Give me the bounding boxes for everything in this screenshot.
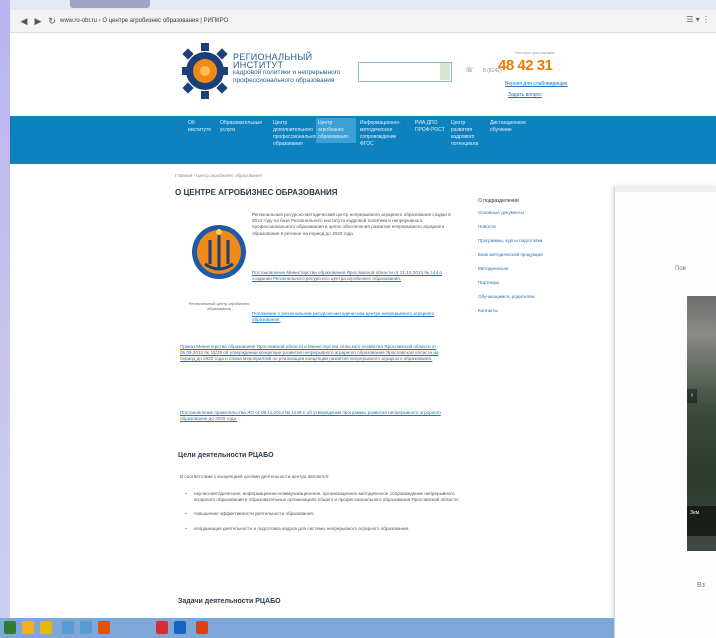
address-bar: ◀ ▶ ↻ www.ro-obr.ru › О центре агробизне… — [10, 10, 716, 33]
nav-item-about[interactable]: Об институте — [188, 120, 214, 134]
intro-paragraph: Региональный ресурсно-методический центр… — [252, 212, 451, 236]
institute-title-line: кадровой политики и непрерывного — [233, 69, 341, 76]
institute-title-line: профессионального образования — [233, 77, 335, 84]
phone-number: 48 42 31 — [498, 57, 553, 74]
files-icon[interactable] — [80, 621, 92, 634]
nav-item-agro[interactable]: Центр агробизнес образования — [316, 118, 356, 143]
sidebar-item[interactable]: Методическая — [478, 266, 548, 272]
page-title: О ЦЕНТРЕ АГРОБИЗНЕС ОБРАЗОВАНИЯ — [175, 188, 338, 197]
list-item: повышение эффективности деятельности обр… — [185, 511, 465, 517]
yandex-icon[interactable] — [156, 621, 168, 634]
search-button[interactable] — [440, 63, 450, 80]
document-link-3[interactable]: Приказ Министерства образования Ярославс… — [180, 344, 452, 363]
list-item: научно-методическое, информационно-комму… — [185, 491, 465, 503]
ask-question-link[interactable]: Задать вопрос — [508, 92, 542, 98]
sidebar-item[interactable]: Новости — [478, 224, 548, 230]
reload-icon[interactable]: ↻ — [46, 15, 58, 27]
overlapping-window[interactable]: Пов ‹ Зем Вз — [614, 186, 716, 638]
main-nav: Об институте Образовательные услуги Цент… — [10, 116, 716, 164]
goals-intro: В соответствии с концепцией целями деяте… — [180, 474, 330, 479]
sidebar-item[interactable]: Основные документы — [478, 210, 548, 216]
browser-icon[interactable] — [98, 621, 110, 634]
media-icon[interactable] — [62, 621, 74, 634]
institute-title: РЕГИОНАЛЬНЫЙ ИНСТИТУТ кадровой политики … — [233, 53, 353, 85]
back-icon[interactable]: ◀ — [18, 15, 30, 27]
institute-logo-icon[interactable] — [182, 40, 228, 102]
photo-caption: Зем — [687, 506, 716, 536]
browser-menu-icon[interactable]: ☰ ▾ ⋮ — [686, 15, 710, 24]
overlay-label: Пов — [675, 266, 686, 272]
document-link-4[interactable]: Постановление правительства ЯО от 06.11.… — [180, 410, 452, 422]
tasks-heading: Задачи деятельности РЦАБО — [178, 598, 281, 605]
nav-item-services[interactable]: Образовательные услуги — [220, 120, 270, 134]
breadcrumb[interactable]: Главная › Центр агробизнес образования — [175, 173, 262, 178]
goals-heading: Цели деятельности РЦАБО — [178, 452, 274, 459]
search-input[interactable] — [358, 62, 452, 82]
agro-center-emblem-icon — [192, 225, 246, 279]
nav-item-fgos[interactable]: Информационно-методическое сопровождение… — [360, 120, 410, 148]
sidebar-item[interactable]: Программы, курсы подготовки — [478, 238, 548, 244]
forward-icon[interactable]: ▶ — [32, 15, 44, 27]
word-icon[interactable] — [174, 621, 186, 634]
accessibility-link[interactable]: Версия для слабовидящих — [505, 81, 568, 87]
phone-caption: телефон для справок — [515, 50, 555, 55]
sidebar-item[interactable]: Партнеры — [478, 280, 548, 286]
nav-item-dpo[interactable]: Центр дополнительного профессионального … — [273, 120, 320, 148]
nav-item-distance[interactable]: Дистанционное обучение — [490, 120, 536, 134]
url-field[interactable]: www.ro-obr.ru › О центре агробизнес обра… — [60, 14, 228, 28]
nav-item-ria[interactable]: РИА ДПО ПРОФ-РОСТ — [415, 120, 447, 134]
folder-icon[interactable] — [40, 621, 52, 634]
section-sidebar: О подразделении Основные документы Новос… — [478, 198, 548, 322]
sidebar-item[interactable]: Банк методической продукции — [478, 252, 548, 258]
sidebar-item[interactable]: Обучающимся, родителям — [478, 294, 548, 300]
institute-title-line: РЕГИОНАЛЬНЫЙ ИНСТИТУТ — [233, 52, 313, 70]
explorer-icon[interactable] — [22, 621, 34, 634]
taskbar — [0, 618, 614, 638]
list-item: координация деятельности и подготовка ка… — [185, 526, 465, 532]
slider-prev-icon[interactable]: ‹ — [687, 389, 697, 403]
browser-tab[interactable] — [70, 0, 150, 8]
document-link-1[interactable]: Постановление Министерства образования Я… — [252, 270, 452, 282]
start-icon[interactable] — [4, 621, 16, 634]
tab-strip — [10, 0, 716, 10]
document-link-2[interactable]: Положение о региональном ресурсно-методи… — [252, 311, 452, 323]
browser-window: ◀ ▶ ↻ www.ro-obr.ru › О центре агробизне… — [10, 0, 716, 638]
emblem-caption: Региональный центр агробизнес образовани… — [188, 301, 250, 311]
goals-list: научно-методическое, информационно-комму… — [185, 491, 465, 540]
phone-icon: ☏ — [465, 67, 474, 74]
powerpoint-icon[interactable] — [196, 621, 208, 634]
sidebar-title: О подразделении — [478, 198, 519, 204]
window-titlebar[interactable] — [615, 186, 716, 192]
overlay-footer-text: Вз — [697, 582, 705, 589]
sidebar-item[interactable]: Контакты — [478, 308, 548, 314]
nav-item-kadry[interactable]: Центр развития кадрового потенциала — [451, 120, 485, 148]
